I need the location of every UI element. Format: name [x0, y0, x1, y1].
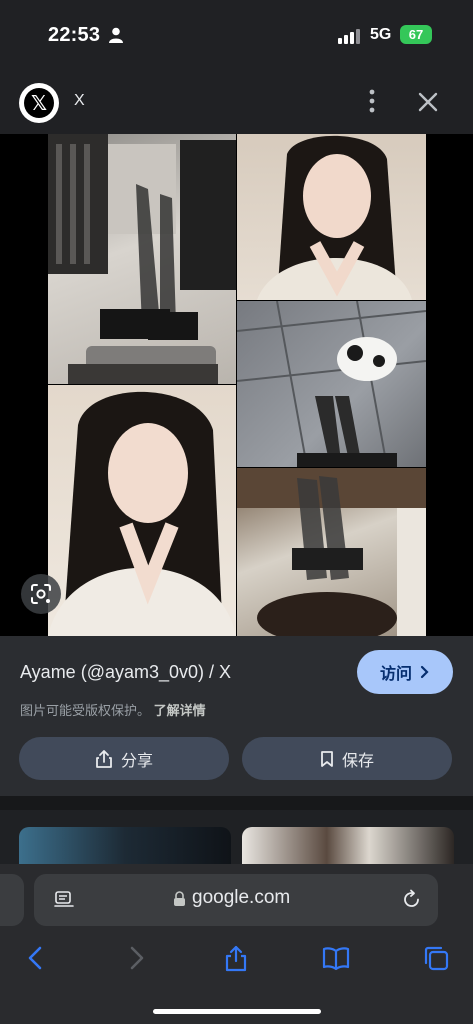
battery-indicator: 67 — [400, 25, 432, 44]
section-divider — [0, 796, 473, 810]
lock-icon — [174, 891, 185, 906]
url-text: google.com — [192, 887, 291, 908]
save-button-label: 保存 — [341, 752, 374, 770]
chevron-right-icon — [420, 665, 429, 679]
share-icon[interactable] — [222, 944, 250, 972]
more-vertical-icon[interactable] — [362, 86, 382, 116]
battery-level: 67 — [408, 27, 424, 42]
photo-tile — [237, 134, 426, 300]
forward-icon[interactable] — [122, 944, 150, 972]
x-logo-icon: 𝕏 — [24, 88, 54, 118]
back-icon[interactable] — [22, 944, 50, 972]
copyright-text: 图片可能受版权保护。 — [20, 703, 151, 718]
status-time: 22:53 — [48, 24, 101, 46]
site-logo[interactable]: 𝕏 — [19, 83, 59, 123]
photo-tile — [48, 385, 236, 636]
bookmark-icon — [321, 750, 333, 767]
photo-collage — [48, 134, 426, 636]
copyright-note: 图片可能受版权保护。 了解详情 — [20, 700, 206, 719]
share-icon — [96, 749, 112, 768]
related-image-thumb[interactable] — [242, 827, 454, 864]
reload-icon[interactable] — [401, 889, 422, 910]
photo-tile — [237, 468, 426, 636]
google-lens-icon[interactable] — [21, 574, 61, 614]
close-icon[interactable] — [414, 88, 442, 116]
network-type: 5G — [370, 26, 392, 43]
image-preview[interactable] — [0, 134, 473, 636]
browser-toolbar: google.com — [0, 864, 473, 1024]
address-bar[interactable]: google.com — [34, 874, 438, 926]
previous-tab-peek[interactable] — [0, 874, 24, 926]
learn-more-link[interactable]: 了解详情 — [154, 703, 206, 718]
bookmarks-icon[interactable] — [322, 944, 350, 972]
status-bar: 22:53 5G 67 — [0, 0, 473, 66]
page-menu-icon[interactable] — [54, 891, 74, 909]
visit-button[interactable]: 访问 — [357, 650, 453, 694]
visit-button-label: 访问 — [379, 666, 412, 683]
person-icon — [109, 27, 123, 43]
share-button[interactable]: 分享 — [19, 737, 229, 780]
tabs-icon[interactable] — [422, 944, 450, 972]
cellular-signal-icon — [338, 29, 360, 44]
result-title[interactable]: Ayame (@ayam3_0v0) / X — [20, 662, 231, 683]
image-viewer-header: 𝕏 X — [0, 66, 473, 134]
related-images — [0, 810, 473, 864]
result-info-panel: Ayame (@ayam3_0v0) / X 访问 图片可能受版权保护。 了解详… — [0, 636, 473, 796]
site-name[interactable]: X — [74, 92, 85, 110]
photo-tile — [237, 301, 426, 467]
home-indicator — [153, 1009, 321, 1014]
related-image-thumb[interactable] — [19, 827, 231, 864]
save-button[interactable]: 保存 — [242, 737, 452, 780]
photo-tile — [48, 134, 236, 384]
share-button-label: 分享 — [120, 752, 153, 770]
